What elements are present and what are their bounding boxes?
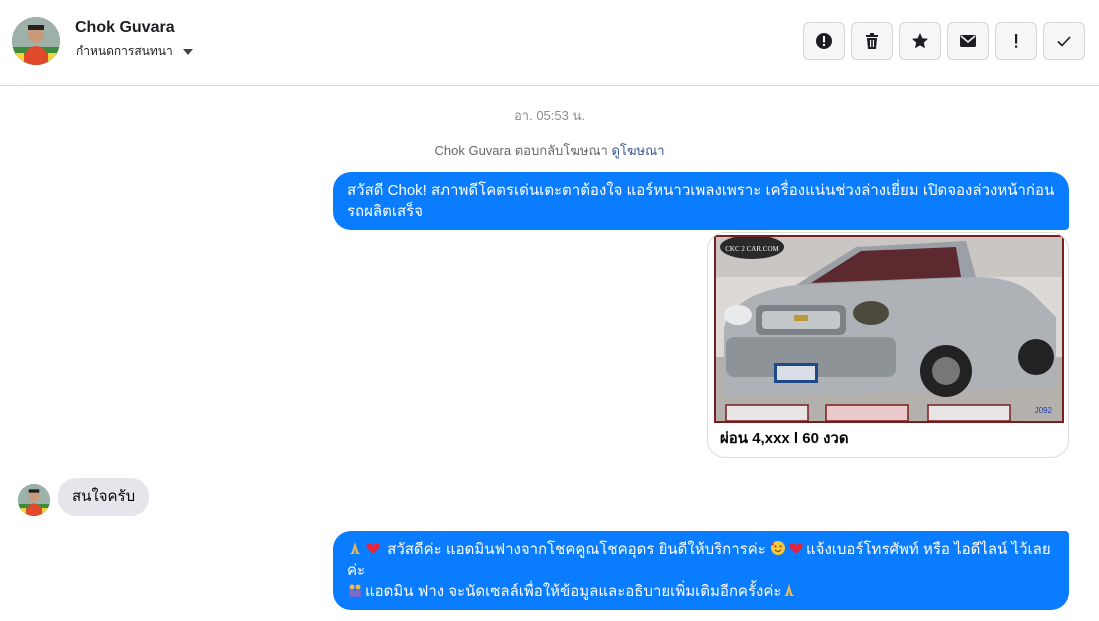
star-button[interactable] — [899, 22, 941, 60]
plate-code: J092 — [1035, 406, 1053, 415]
exclamation-icon — [1015, 34, 1018, 48]
smiling-face-with-hearts-icon — [771, 541, 785, 555]
message-text: สวัสดีค่ะ แอดมินฟางจากโชคคูณโชคอุดร ยินด… — [387, 541, 766, 558]
conversation-schedule-label: กำหนดการสนทนา — [76, 44, 173, 58]
contact-name[interactable]: Chok Guvara — [75, 19, 175, 37]
pray-icon — [350, 542, 360, 554]
ad-caption: ผ่อน 4,xxx l 60 งวด — [720, 430, 849, 447]
ad-reply-text: Chok Guvara ตอบกลับโฆษณา — [434, 143, 608, 158]
pray-icon — [784, 584, 795, 596]
message-line: สวัสดีค่ะ แอดมินฟางจากโชคคูณโชคอุดร ยินด… — [347, 539, 1055, 581]
delete-button[interactable] — [851, 22, 893, 60]
mark-spam-button[interactable] — [803, 22, 845, 60]
caret-down-icon — [182, 49, 193, 55]
ad-card[interactable]: CKC 2 CAR.COM J092 ผ่อน 4,xxx l 60 งวด — [707, 232, 1069, 458]
star-icon — [912, 33, 928, 49]
conversation-actions — [803, 22, 1085, 60]
message-line: แอดมิน ฟาง จะนัดเซลล์เพื่อให้ข้อมูลและอธ… — [347, 581, 1055, 602]
check-icon — [1057, 36, 1071, 47]
ad-reply-note: Chok Guvara ตอบกลับโฆษณา ดูโฆษณา — [0, 140, 1099, 161]
avatar[interactable] — [12, 17, 60, 65]
envelope-icon — [960, 35, 976, 47]
incoming-message[interactable]: สนใจครับ — [58, 478, 150, 516]
contact-avatar[interactable] — [18, 484, 50, 516]
trash-icon — [866, 33, 878, 49]
car-photo: CKC 2 CAR.COM J092 — [714, 235, 1064, 423]
mark-done-button[interactable] — [1043, 22, 1085, 60]
heart-icon — [789, 543, 803, 554]
outgoing-message[interactable]: สวัสดีค่ะ แอดมินฟางจากโชคคูณโชคอุดร ยินด… — [333, 531, 1069, 610]
spam-icon — [816, 33, 832, 49]
outgoing-message[interactable]: สวัสดี Chok! สภาพดีโคตรเด่นเตะตาต้องใจ แ… — [333, 172, 1069, 230]
conversation-schedule-dropdown[interactable]: กำหนดการสนทนา — [76, 42, 193, 61]
follow-up-button[interactable] — [995, 22, 1037, 60]
mark-unread-button[interactable] — [947, 22, 989, 60]
view-ad-link[interactable]: ดูโฆษณา — [611, 143, 664, 158]
heart-icon — [366, 543, 380, 554]
message-timestamp: อา. 05:53 น. — [514, 108, 585, 123]
conversation-header: Chok Guvara กำหนดการสนทนา — [0, 0, 1099, 86]
watermark-text: CKC 2 CAR.COM — [725, 245, 779, 253]
people-icon — [349, 584, 361, 597]
message-text: แอดมิน ฟาง จะนัดเซลล์เพื่อให้ข้อมูลและอธ… — [365, 583, 782, 600]
